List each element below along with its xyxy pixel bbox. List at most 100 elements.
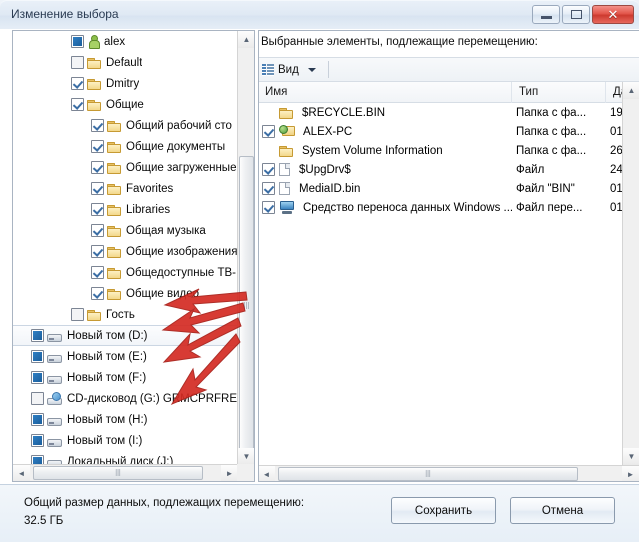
tree-item[interactable]: Favorites (13, 178, 238, 199)
file-list[interactable]: $RECYCLE.BINПапка с фа...19.0 ALEX-PC Папк… (258, 103, 639, 217)
tree-item[interactable]: Libraries (13, 199, 238, 220)
scroll-up-arrow[interactable]: ▲ (238, 31, 254, 48)
tree-item-checkbox[interactable] (91, 266, 104, 279)
drive-item[interactable]: Новый том (F:) (13, 367, 238, 388)
list-scroll-down-arrow[interactable]: ▼ (623, 448, 639, 465)
folder-icon (107, 162, 122, 174)
tree-item[interactable]: Общедоступные ТВ- (13, 262, 238, 283)
tree-item[interactable]: Гость (13, 304, 238, 325)
save-button[interactable]: Сохранить (391, 497, 496, 524)
table-row[interactable]: Средство переноса данных Windows ... Файл… (258, 198, 639, 217)
tree-item[interactable]: Общий рабочий сто (13, 115, 238, 136)
view-button[interactable]: Вид (258, 59, 322, 80)
tree-item[interactable]: Dmitry (13, 73, 238, 94)
table-row[interactable]: $RECYCLE.BINПапка с фа...19.0 (258, 103, 639, 122)
tree-item-checkbox[interactable] (91, 203, 104, 216)
drive-item-checkbox[interactable] (31, 413, 44, 426)
list-scroll-up-arrow[interactable]: ▲ (623, 82, 639, 99)
row-checkbox[interactable] (262, 125, 275, 138)
tree-item-checkbox[interactable] (91, 224, 104, 237)
tree-item[interactable]: Общие документы (13, 136, 238, 157)
tree-item-label: Dmitry (106, 77, 140, 90)
minimize-icon (540, 16, 552, 19)
tree-item[interactable]: Общие видео (13, 283, 238, 304)
list-view-icon (262, 63, 274, 76)
row-type: Папка с фа... (516, 125, 587, 138)
column-header[interactable]: Тип (512, 82, 606, 103)
tree-item[interactable]: Общая музыка (13, 220, 238, 241)
table-row[interactable]: ALEX-PCПапка с фа...01.0 (258, 122, 639, 141)
user-folder-icon (87, 35, 100, 49)
tree-item-checkbox[interactable] (91, 161, 104, 174)
chevron-down-icon[interactable] (307, 67, 316, 72)
list-hscroll-thumb[interactable]: ||| (278, 467, 578, 481)
tree-item-checkbox[interactable] (71, 98, 84, 111)
drive-item-checkbox[interactable] (31, 392, 44, 405)
tree-item-checkbox[interactable] (71, 56, 84, 69)
tree-item[interactable]: Общие загруженные (13, 157, 238, 178)
hscroll-thumb[interactable]: ||| (33, 466, 203, 480)
list-vertical-scrollbar[interactable]: ▲ ▼ (622, 82, 639, 465)
drive-item[interactable]: Новый том (E:) (13, 346, 238, 367)
tree-item-checkbox[interactable] (91, 119, 104, 132)
file-icon (279, 162, 291, 177)
drive-item[interactable]: Новый том (D:) (13, 325, 238, 346)
close-button[interactable]: ✕ (592, 5, 634, 24)
table-row[interactable]: MediaID.binФайл "BIN"01.0 (258, 179, 639, 198)
tree-item-checkbox[interactable] (91, 140, 104, 153)
drive-icon (47, 435, 63, 447)
drive-item[interactable]: Новый том (I:) (13, 430, 238, 451)
folder-icon (87, 309, 102, 321)
table-row[interactable]: $UpgDrv$Файл24.0 (258, 160, 639, 179)
tree-item-checkbox[interactable] (71, 77, 84, 90)
tree-horizontal-scrollbar[interactable]: ◄ ||| ► (13, 464, 238, 481)
tree-item-label: Favorites (126, 182, 174, 195)
drive-item[interactable]: CD-дисковод (G:) GRMCPRFRER (13, 388, 238, 409)
drive-item-checkbox[interactable] (31, 371, 44, 384)
scroll-left-arrow[interactable]: ◄ (13, 465, 30, 481)
drive-item-label: Новый том (E:) (67, 350, 147, 363)
row-checkbox[interactable] (262, 201, 275, 214)
tree-item-label: Общие изображения (126, 245, 238, 258)
tree-item[interactable]: Default (13, 52, 238, 73)
tree-item-label: Общие (106, 98, 144, 111)
file-icon (279, 181, 291, 196)
drive-item-checkbox[interactable] (31, 434, 44, 447)
folder-tree-panel: alex Default Dmitry Общие Общий рабочий сто О… (12, 30, 255, 482)
tree-item-checkbox[interactable] (71, 308, 84, 321)
drive-item-checkbox[interactable] (31, 350, 44, 363)
minimize-button[interactable] (532, 5, 560, 24)
drive-item-checkbox[interactable] (31, 329, 44, 342)
tree-item[interactable]: alex (13, 31, 238, 52)
row-name: ALEX-PC (303, 125, 353, 138)
tree-vertical-scrollbar[interactable]: ▲ ||| ▼ (237, 31, 254, 465)
drive-item[interactable]: Новый том (H:) (13, 409, 238, 430)
cancel-button[interactable]: Отмена (510, 497, 615, 524)
folder-tree[interactable]: alex Default Dmitry Общие Общий рабочий сто О… (13, 31, 238, 465)
row-checkbox[interactable] (262, 182, 275, 195)
list-scroll-right-arrow[interactable]: ► (622, 466, 639, 482)
folder-icon (107, 225, 122, 237)
list-scroll-left-arrow[interactable]: ◄ (258, 466, 275, 482)
maximize-button[interactable] (562, 5, 590, 24)
tree-item-checkbox[interactable] (71, 35, 84, 48)
tree-item[interactable]: Общие изображения (13, 241, 238, 262)
row-checkbox[interactable] (262, 163, 275, 176)
tree-item-checkbox[interactable] (91, 287, 104, 300)
footer-buttons: Сохранить Отмена (391, 497, 615, 524)
scrollbar-corner (237, 464, 254, 481)
tree-item-checkbox[interactable] (91, 182, 104, 195)
tree-item-label: alex (104, 35, 126, 48)
drive-item[interactable]: Локальный диск (J:) (13, 451, 238, 465)
scroll-right-arrow[interactable]: ► (221, 465, 238, 481)
tree-item-checkbox[interactable] (91, 245, 104, 258)
table-row[interactable]: System Volume InformationПапка с фа...26… (258, 141, 639, 160)
scroll-thumb[interactable]: ||| (239, 156, 254, 456)
folder-icon (87, 78, 102, 90)
tree-item[interactable]: Общие (13, 94, 238, 115)
total-size-value: 32.5 ГБ (24, 515, 64, 527)
selected-items-label: Выбранные элементы, подлежащие перемещен… (261, 36, 538, 48)
scroll-down-arrow[interactable]: ▼ (238, 448, 254, 465)
column-header[interactable]: Имя (258, 82, 512, 103)
list-horizontal-scrollbar[interactable]: ◄ ||| ► (258, 465, 639, 482)
